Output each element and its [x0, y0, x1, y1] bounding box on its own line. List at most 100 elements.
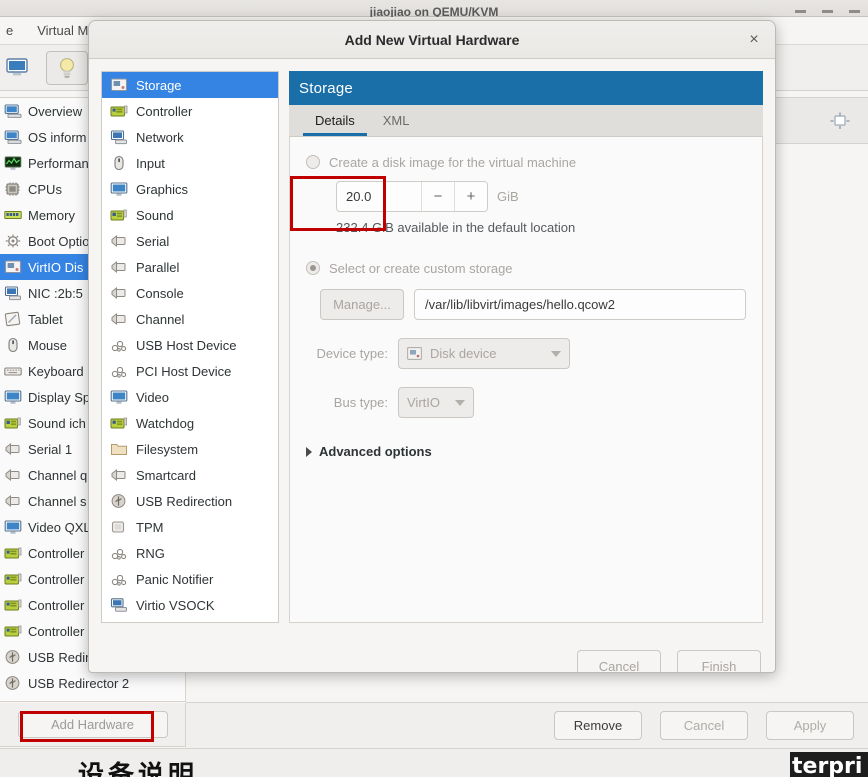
dialog-finish-button[interactable]: Finish [677, 650, 761, 672]
disk-icon [4, 259, 22, 275]
hardware-type-item-sound[interactable]: Sound [102, 202, 278, 228]
dialog-close-icon[interactable]: × [745, 31, 763, 49]
create-disk-radio-row[interactable]: Create a disk image for the virtual mach… [306, 151, 746, 173]
details-tab-pane: Create a disk image for the virtual mach… [289, 137, 763, 623]
video-icon [4, 519, 22, 535]
hardware-type-item-label: Smartcard [136, 467, 196, 483]
watchdog-icon [110, 417, 127, 429]
device-type-label: Device type: [316, 346, 388, 361]
serial-icon [4, 441, 22, 457]
hardware-type-item-watchdog[interactable]: Watchdog [102, 410, 278, 436]
hardware-type-item-virtio-vsock[interactable]: Virtio VSOCK [102, 592, 278, 618]
usb-icon [5, 676, 20, 690]
hardware-type-item-usb-redirection[interactable]: USB Redirection [102, 488, 278, 514]
hardware-type-item-rng[interactable]: RNG [102, 540, 278, 566]
bus-type-value: VirtIO [407, 395, 440, 410]
memory-icon [4, 207, 22, 223]
add-hardware-button[interactable]: Add Hardware [17, 711, 168, 738]
tablet-icon [4, 311, 22, 327]
serial-icon [110, 233, 128, 249]
hardware-list-item[interactable]: USB Redirector 2 [0, 670, 185, 696]
hardware-type-item-input[interactable]: Input [102, 150, 278, 176]
hardware-type-item-panic-notifier[interactable]: Panic Notifier [102, 566, 278, 592]
usb-icon [111, 494, 126, 508]
hardware-type-item-usb-host-device[interactable]: USB Host Device [102, 332, 278, 358]
tabstrip: Details XML [289, 105, 763, 137]
dialog-cancel-button[interactable]: Cancel [577, 650, 661, 672]
monitor-icon [6, 58, 28, 76]
remove-button[interactable]: Remove [554, 711, 642, 740]
graphics-icon [110, 181, 128, 197]
storage-path-input[interactable]: /var/lib/libvirt/images/hello.qcow2 [414, 289, 746, 320]
menu-item-file[interactable]: e [2, 23, 17, 38]
custom-storage-section: Select or create custom storage Manage..… [290, 176, 746, 320]
custom-storage-radio-icon[interactable] [306, 261, 320, 275]
add-hardware-dialog: Add New Virtual Hardware × Storage Contro… [88, 20, 776, 673]
hardware-type-item-video[interactable]: Video [102, 384, 278, 410]
controller-icon [4, 599, 22, 611]
hardware-type-item-console[interactable]: Console [102, 280, 278, 306]
hardware-type-item-pci-host-device[interactable]: PCI Host Device [102, 358, 278, 384]
chart-icon [4, 156, 22, 170]
hardware-list-item-label: Performan [28, 155, 89, 171]
bottom-strip: 设备说明 [0, 748, 868, 777]
device-type-value: Disk device [430, 346, 497, 361]
custom-storage-radio-row[interactable]: Select or create custom storage [306, 257, 746, 279]
close-icon[interactable] [849, 10, 860, 13]
hardware-type-item-serial[interactable]: Serial [102, 228, 278, 254]
section-banner: Storage [289, 71, 763, 105]
hardware-type-item-label: Filesystem [136, 441, 199, 457]
hardware-type-list[interactable]: Storage Controller Network Input Graphics Sou… [101, 71, 279, 623]
controller-icon [4, 625, 22, 637]
controller-icon [4, 545, 22, 561]
bus-type-row: Bus type: VirtIO [306, 387, 746, 418]
bus-type-select[interactable]: VirtIO [398, 387, 474, 418]
hardware-list-item-label: Memory [28, 207, 75, 223]
advanced-options-disclosure[interactable]: Advanced options [306, 444, 746, 459]
hardware-type-item-label: Network [136, 129, 184, 145]
hardware-type-item-smartcard[interactable]: Smartcard [102, 462, 278, 488]
console-view-icon[interactable] [2, 52, 32, 84]
tablet-icon [4, 311, 21, 327]
hardware-type-item-tpm[interactable]: TPM [102, 514, 278, 540]
show-hardware-details-button[interactable] [46, 50, 88, 85]
advanced-options-label: Advanced options [319, 444, 432, 459]
hardware-type-item-controller[interactable]: Controller [102, 98, 278, 124]
tab-xml[interactable]: XML [369, 105, 424, 136]
watchdog-icon [110, 415, 128, 431]
tab-details[interactable]: Details [301, 105, 369, 136]
chart-icon [4, 155, 22, 171]
custom-storage-radio-label: Select or create custom storage [329, 260, 513, 276]
hardware-type-item-network[interactable]: Network [102, 124, 278, 150]
smartcard-icon [111, 468, 126, 482]
hardware-type-item-storage[interactable]: Storage [102, 72, 278, 98]
disk-size-stepper[interactable]: 20.0 − + [336, 181, 488, 212]
hardware-type-item-filesystem[interactable]: Filesystem [102, 436, 278, 462]
hardware-list-item-label: Channel s [28, 493, 87, 509]
hardware-list-item-label: Controller [28, 545, 85, 561]
section-banner-label: Storage [299, 79, 353, 97]
hardware-type-item-channel[interactable]: Channel [102, 306, 278, 332]
disk-size-decrement-button[interactable]: − [421, 182, 454, 211]
usb-icon [110, 493, 128, 509]
create-disk-radio-icon[interactable] [306, 155, 320, 169]
hardware-list-item-label: Channel q [28, 467, 88, 483]
minimize-icon[interactable] [795, 10, 806, 13]
bus-type-label: Bus type: [333, 395, 388, 410]
hardware-type-item-graphics[interactable]: Graphics [102, 176, 278, 202]
storage-path-row: Manage... /var/lib/libvirt/images/hello.… [320, 289, 746, 320]
hardware-list-item-label: Controller [28, 623, 85, 639]
hardware-type-item-parallel[interactable]: Parallel [102, 254, 278, 280]
channel-icon [5, 468, 20, 482]
sound-icon [4, 417, 21, 429]
device-type-select[interactable]: Disk device [398, 338, 570, 369]
hardware-type-item-label: Input [136, 155, 165, 171]
sound-icon [110, 209, 127, 221]
channel-icon [4, 493, 22, 509]
disk-size-increment-button[interactable]: + [454, 182, 487, 211]
manage-storage-button[interactable]: Manage... [320, 289, 404, 320]
usb-icon [4, 649, 22, 665]
maximize-icon[interactable] [822, 10, 833, 13]
disk-size-value[interactable]: 20.0 [337, 182, 421, 211]
network-icon [110, 130, 127, 145]
